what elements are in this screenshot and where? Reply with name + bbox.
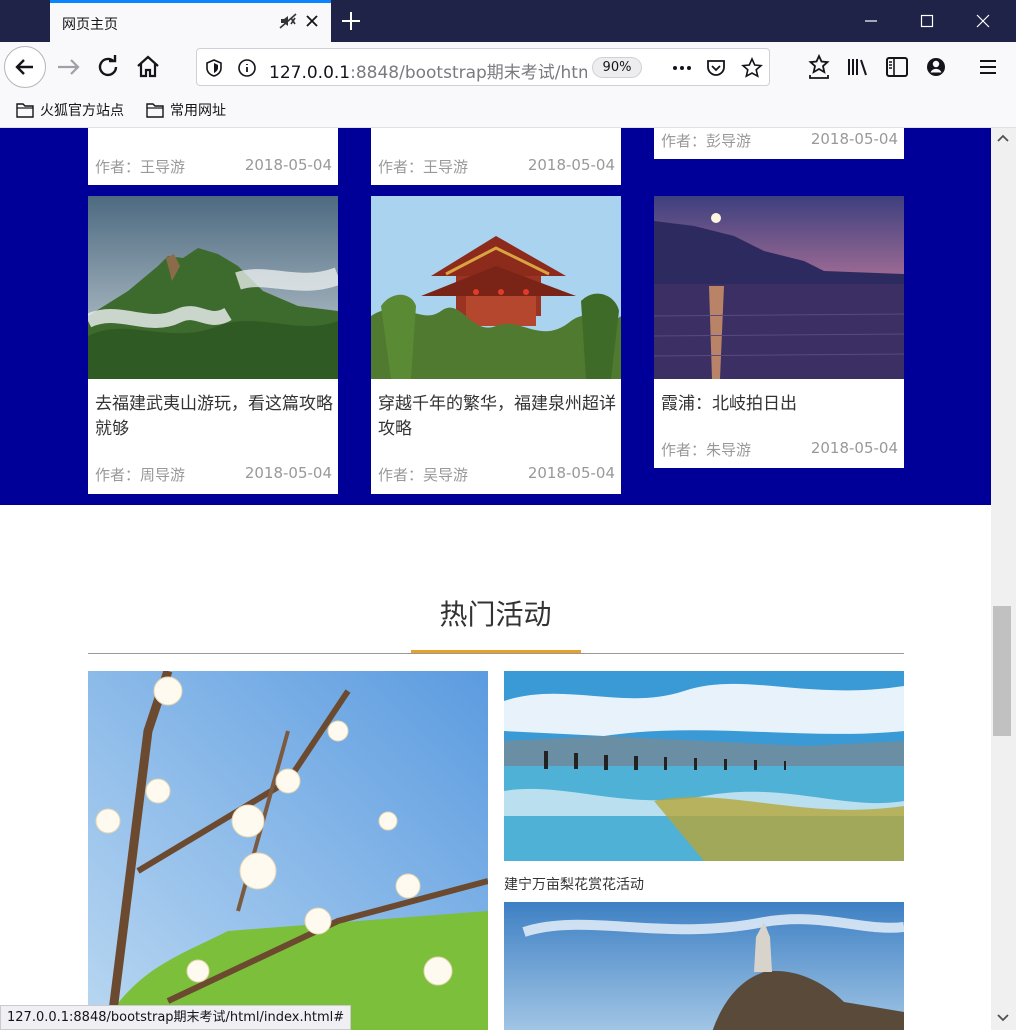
article-author: 作者：彭导游 <box>661 132 752 150</box>
sidebar-icon[interactable] <box>881 51 913 83</box>
bookmark-star-icon[interactable] <box>741 57 763 79</box>
activity-caption[interactable]: 建宁万亩梨花赏花活动 <box>504 874 644 894</box>
article-card[interactable]: 作者：王导游 2018-05-04 <box>371 128 621 185</box>
zoom-indicator[interactable]: 90% <box>592 57 642 78</box>
mountain-photo[interactable] <box>88 196 338 379</box>
pear-blossom-lake-photo[interactable] <box>504 671 904 861</box>
article-author: 作者：朱导游 <box>661 441 752 459</box>
forward-icon[interactable] <box>52 51 84 83</box>
title-bar: 网页主页 <box>0 0 1016 42</box>
temple-photo[interactable] <box>371 196 621 379</box>
minimize-icon[interactable] <box>858 8 884 34</box>
article-card[interactable]: 作者：彭导游 2018-05-04 <box>654 128 904 159</box>
window-close-icon[interactable] <box>970 8 996 34</box>
shield-icon[interactable] <box>205 59 223 77</box>
maximize-icon[interactable] <box>914 8 940 34</box>
article-date: 2018-05-04 <box>244 156 332 174</box>
section-accent <box>411 650 581 653</box>
info-icon[interactable] <box>237 58 257 78</box>
article-date: 2018-05-04 <box>244 464 332 482</box>
back-arrow-icon <box>15 59 33 75</box>
article-author: 作者：王导游 <box>95 158 186 176</box>
article-date: 2018-05-04 <box>527 464 615 482</box>
bookmarks-toolbar: 火狐官方站点 常用网址 <box>0 92 1016 128</box>
plum-blossom-photo[interactable] <box>88 671 488 1030</box>
section-divider <box>88 653 904 654</box>
scroll-up-icon[interactable] <box>996 132 1010 144</box>
browser-tab[interactable]: 网页主页 <box>50 0 331 42</box>
home-icon[interactable] <box>132 51 164 83</box>
bookmark-label: 常用网址 <box>170 103 226 119</box>
article-date: 2018-05-04 <box>810 439 898 457</box>
url-host: 127.0.0.1 <box>269 63 351 83</box>
article-title[interactable]: 去福建武夷山游玩，看这篇攻略就够 <box>95 392 333 442</box>
article-author: 作者：周导游 <box>95 466 186 484</box>
tab-title: 网页主页 <box>62 17 118 33</box>
pocket-icon[interactable] <box>705 57 727 79</box>
saved-to-pocket-icon[interactable] <box>803 51 835 83</box>
article-card[interactable]: 作者：王导游 2018-05-04 <box>88 128 338 185</box>
page-viewport: 作者：王导游 2018-05-04 作者：王导游 2018-05-04 作者：彭… <box>0 128 991 1030</box>
folder-icon <box>146 103 164 118</box>
bookmark-folder-firefox[interactable]: 火狐官方站点 <box>16 100 124 120</box>
article-card[interactable]: 霞浦：北岐拍日出 作者：朱导游 2018-05-04 <box>654 196 904 468</box>
menu-icon[interactable] <box>972 51 1004 83</box>
article-date: 2018-05-04 <box>527 156 615 174</box>
library-icon[interactable] <box>842 51 874 83</box>
url-text[interactable]: 127.0.0.1:8848/bootstrap期末考试/htm <box>269 58 587 83</box>
url-path: :8848/bootstrap期末考试/htm <box>350 63 587 83</box>
article-author: 作者：王导游 <box>378 158 469 176</box>
vertical-scrollbar[interactable] <box>991 128 1016 1030</box>
article-author: 作者：吴导游 <box>378 466 469 484</box>
article-title[interactable]: 穿越千年的繁华，福建泉州超详攻略 <box>378 392 616 442</box>
travel-guides-section: 作者：王导游 2018-05-04 作者：王导游 2018-05-04 作者：彭… <box>0 128 991 505</box>
account-icon[interactable] <box>920 51 952 83</box>
new-tab-icon[interactable] <box>338 8 364 34</box>
navigation-toolbar: 127.0.0.1:8848/bootstrap期末考试/htm 90% <box>0 42 1016 92</box>
bookmark-label: 火狐官方站点 <box>40 103 124 119</box>
more-actions-icon[interactable] <box>671 59 693 77</box>
mute-icon[interactable] <box>278 11 298 31</box>
address-bar[interactable]: 127.0.0.1:8848/bootstrap期末考试/htm 90% <box>196 48 770 86</box>
bookmark-folder-common[interactable]: 常用网址 <box>146 100 226 120</box>
article-title[interactable]: 霞浦：北岐拍日出 <box>661 392 899 417</box>
reload-icon[interactable] <box>92 51 124 83</box>
sunrise-photo[interactable] <box>654 196 904 379</box>
close-tab-icon[interactable] <box>302 11 322 31</box>
section-title: 热门活动 <box>439 598 552 631</box>
article-card[interactable]: 穿越千年的繁华，福建泉州超详攻略 作者：吴导游 2018-05-04 <box>371 196 621 494</box>
article-date: 2018-05-04 <box>810 130 898 148</box>
scrollbar-thumb[interactable] <box>993 606 1011 736</box>
article-card[interactable]: 去福建武夷山游玩，看这篇攻略就够 作者：周导游 2018-05-04 <box>88 196 338 494</box>
back-button[interactable] <box>4 46 46 88</box>
scroll-down-icon[interactable] <box>996 1012 1010 1024</box>
folder-icon <box>16 103 34 118</box>
coastal-statue-photo[interactable] <box>504 902 904 1030</box>
status-bar-url: 127.0.0.1:8848/bootstrap期末考试/html/index.… <box>0 1005 352 1030</box>
